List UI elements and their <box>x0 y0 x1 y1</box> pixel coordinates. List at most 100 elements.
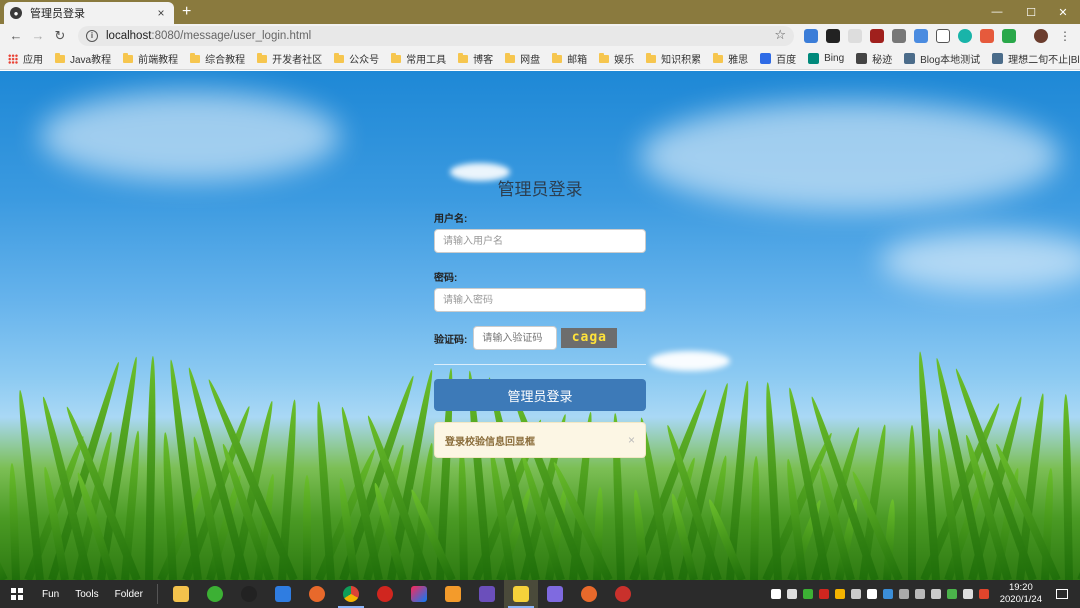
firefox-app-2[interactable] <box>572 580 606 608</box>
forward-button[interactable]: → <box>30 28 46 44</box>
tab-admin-login[interactable]: ● 管理员登录 × <box>4 2 174 24</box>
close-window-button[interactable]: ✕ <box>1046 0 1080 24</box>
netease-music-app[interactable] <box>368 580 402 608</box>
bookmark-item[interactable]: Bing <box>808 53 844 64</box>
bookmark-star-icon[interactable]: ☆ <box>774 27 786 43</box>
alert-close-icon[interactable]: × <box>628 433 635 447</box>
tim-app[interactable] <box>266 580 300 608</box>
file-explorer-app[interactable] <box>164 580 198 608</box>
qq-app[interactable] <box>232 580 266 608</box>
tray-icon[interactable] <box>770 589 781 599</box>
clock[interactable]: 19:20 2020/1/24 <box>1000 582 1042 606</box>
toolbar-tools[interactable]: Tools <box>75 589 98 600</box>
folder-icon <box>458 52 469 63</box>
app-icon <box>614 586 631 602</box>
folder-icon <box>172 586 189 602</box>
toolbar-folder[interactable]: Folder <box>115 589 143 600</box>
grass-blade <box>457 443 468 580</box>
bookmark-item[interactable]: Blog本地测试 <box>904 51 980 66</box>
password-label: 密码: <box>434 273 458 284</box>
bookmark-item[interactable]: 博客 <box>458 51 493 66</box>
git-app[interactable] <box>470 580 504 608</box>
bookmark-item[interactable]: 综合教程 <box>190 51 245 66</box>
toolbar-fun[interactable]: Fun <box>42 589 59 600</box>
bookmark-item[interactable]: 公众号 <box>334 51 379 66</box>
volume-icon[interactable] <box>850 589 861 599</box>
wifi-icon[interactable] <box>914 589 925 599</box>
grass-blade <box>16 389 45 580</box>
bookmark-item[interactable]: 知识积累 <box>646 51 701 66</box>
app-icon <box>512 586 529 602</box>
bookmark-icon[interactable] <box>936 29 950 43</box>
password-input[interactable] <box>434 288 646 312</box>
firefox-app[interactable] <box>300 580 334 608</box>
battery-icon[interactable] <box>930 589 941 599</box>
tray-icon[interactable] <box>786 589 797 599</box>
start-button[interactable] <box>0 580 34 608</box>
info-icon[interactable]: i <box>86 30 98 42</box>
clock-time: 19:20 <box>1008 582 1033 593</box>
bookmark-item[interactable]: 常用工具 <box>391 51 446 66</box>
address-bar[interactable]: i localhost:8080/message/user_login.html… <box>78 26 794 46</box>
captcha-image[interactable]: caga <box>561 328 618 348</box>
captcha-input[interactable] <box>473 326 558 350</box>
wechat-tray-icon[interactable] <box>802 589 813 599</box>
extension-icon[interactable] <box>848 29 862 43</box>
more-menu-icon[interactable]: ⋮ <box>1058 29 1072 43</box>
chrome-icon <box>342 586 359 602</box>
wechat-app[interactable] <box>198 580 232 608</box>
ublock-icon[interactable] <box>870 29 884 43</box>
login-title: 管理员登录 <box>497 180 583 199</box>
extension-icon[interactable] <box>914 29 928 43</box>
chrome-app[interactable] <box>334 580 368 608</box>
tab-close-icon[interactable]: × <box>154 6 168 20</box>
bell-icon[interactable] <box>866 589 877 599</box>
bookmark-item[interactable]: 前端教程 <box>123 51 178 66</box>
grass-blade <box>0 505 8 580</box>
tray-icon[interactable] <box>898 589 909 599</box>
new-tab-button[interactable]: + <box>182 2 191 22</box>
bookmark-item[interactable]: Java教程 <box>55 51 111 66</box>
tray-icon[interactable] <box>946 589 957 599</box>
app-purple[interactable] <box>538 580 572 608</box>
reload-button[interactable]: ↻ <box>52 28 68 44</box>
app-red[interactable] <box>606 580 640 608</box>
ime-icon[interactable] <box>962 589 973 599</box>
vue-devtools-icon[interactable] <box>804 29 818 43</box>
minimize-button[interactable]: — <box>980 0 1014 24</box>
tray-icon[interactable] <box>978 589 989 599</box>
notification-icon[interactable] <box>1056 589 1068 599</box>
baidu-icon <box>760 53 772 64</box>
bookmark-item[interactable]: 理想二旬不止|Blog <box>992 51 1080 66</box>
bookmark-item[interactable]: 秘迹 <box>856 51 892 66</box>
app-highlighted[interactable] <box>503 580 538 608</box>
bookmark-item[interactable]: 应用 <box>8 51 43 66</box>
maximize-button[interactable]: ☐ <box>1014 0 1048 24</box>
bookmark-item[interactable]: 邮箱 <box>552 51 587 66</box>
tray-icon[interactable] <box>834 589 845 599</box>
download-icon[interactable] <box>892 29 906 43</box>
grass-blade <box>302 475 311 580</box>
music-tray-icon[interactable] <box>818 589 829 599</box>
bookmark-item[interactable]: 开发者社区 <box>257 51 322 66</box>
extension-icon[interactable] <box>826 29 840 43</box>
sublime-icon <box>444 586 461 602</box>
intellij-app[interactable] <box>402 580 436 608</box>
extension-icon[interactable] <box>958 29 972 43</box>
bookmark-item[interactable]: 娱乐 <box>599 51 634 66</box>
bookmark-item[interactable]: 网盘 <box>505 51 540 66</box>
tray-icon[interactable] <box>882 589 893 599</box>
folder-icon <box>123 52 134 63</box>
username-input[interactable] <box>434 229 646 253</box>
avatar[interactable] <box>1034 29 1048 43</box>
grass-blade <box>8 462 21 580</box>
bookmark-item[interactable]: 百度 <box>760 51 796 66</box>
bookmark-item[interactable]: 雅思 <box>713 51 748 66</box>
wechat-icon <box>206 586 223 602</box>
url-host: localhost <box>106 30 152 42</box>
admin-login-button[interactable]: 管理员登录 <box>434 379 646 411</box>
extension-icon[interactable] <box>980 29 994 43</box>
back-button[interactable]: ← <box>8 28 24 44</box>
extension-icon[interactable] <box>1002 29 1016 43</box>
sublime-app[interactable] <box>436 580 470 608</box>
